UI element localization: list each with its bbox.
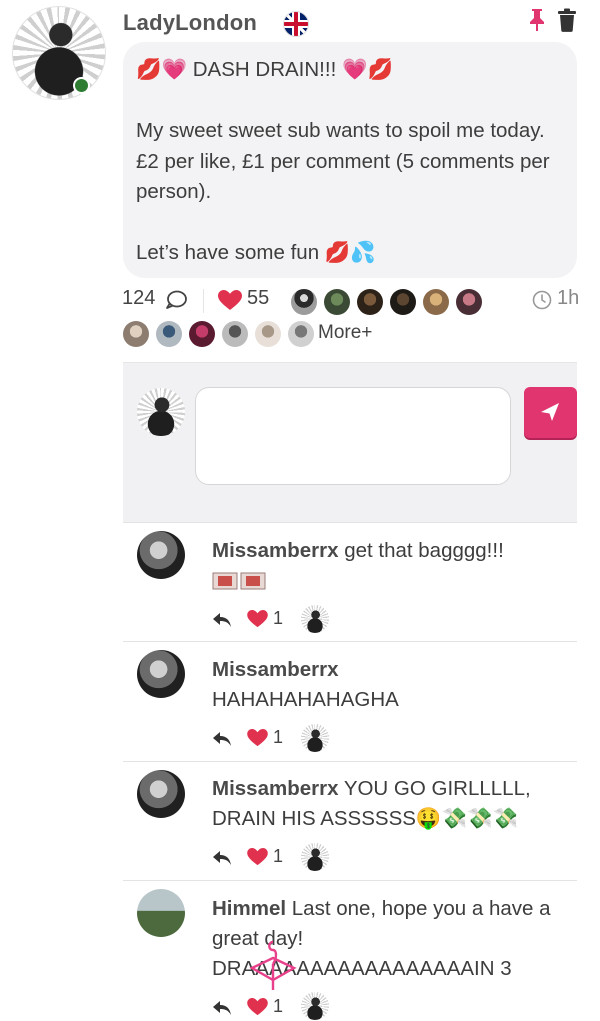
comment-text: get that bagggg!!! <box>344 539 504 562</box>
comment-avatar[interactable] <box>137 770 185 818</box>
reply-icon[interactable] <box>212 731 232 747</box>
comment-author[interactable]: Missamberrx <box>212 777 338 800</box>
reply-icon[interactable] <box>212 1000 232 1016</box>
comment-divider <box>123 761 577 762</box>
liker-avatar[interactable] <box>156 321 182 347</box>
comment-count: 124 <box>122 287 156 309</box>
comment-like-count: 1 <box>273 727 284 747</box>
liker-avatar[interactable] <box>222 321 248 347</box>
comment-divider <box>123 641 577 642</box>
comment-like-count: 1 <box>273 608 284 628</box>
liker-avatar[interactable] <box>288 321 314 347</box>
comment-liker-avatar[interactable] <box>301 724 329 752</box>
post-author-name[interactable]: LadyLondon <box>123 10 257 36</box>
online-status-indicator <box>73 77 90 94</box>
comment-input[interactable] <box>195 387 511 485</box>
clock-icon <box>532 290 552 310</box>
comment-avatar[interactable] <box>137 889 185 937</box>
comment-body: Missamberrx HAHAHAHAHAGHA <box>212 655 572 715</box>
comment-heart-icon[interactable] <box>247 729 268 747</box>
comment-author[interactable]: Missamberrx <box>212 658 338 681</box>
like-count: 55 <box>247 287 270 309</box>
liker-avatar[interactable] <box>456 289 482 315</box>
comment-liker-avatar[interactable] <box>301 605 329 633</box>
comment-heart-icon[interactable] <box>247 848 268 866</box>
comment-divider <box>123 880 577 881</box>
author-avatar[interactable] <box>12 6 106 100</box>
comment-divider <box>123 522 577 523</box>
more-likers-link[interactable]: More+ <box>318 322 372 344</box>
uk-flag-icon <box>283 11 309 37</box>
comment-heart-icon[interactable] <box>247 610 268 628</box>
stats-divider <box>203 289 204 313</box>
comment-body: Missamberrx get that bagggg!!! <box>212 536 572 566</box>
comment-liker-avatar[interactable] <box>301 843 329 871</box>
liker-avatar[interactable] <box>123 321 149 347</box>
comment-avatar[interactable] <box>137 650 185 698</box>
reply-icon[interactable] <box>212 850 232 866</box>
current-user-avatar <box>137 388 185 436</box>
comment-author[interactable]: Himmel <box>212 897 286 920</box>
comment-heart-icon[interactable] <box>247 998 268 1016</box>
liker-avatar[interactable] <box>357 289 383 315</box>
comment-body: Missamberrx YOU GO GIRLLLLL, DRAIN HIS A… <box>212 774 572 834</box>
liker-avatar[interactable] <box>390 289 416 315</box>
comment-author[interactable]: Missamberrx <box>212 539 338 562</box>
send-icon <box>541 403 559 421</box>
post-time: 1h <box>557 287 580 309</box>
liker-avatar[interactable] <box>291 289 317 315</box>
send-button[interactable] <box>524 387 577 438</box>
comment-like-count: 1 <box>273 846 284 866</box>
liker-avatar[interactable] <box>324 289 350 315</box>
comment-liker-avatar[interactable] <box>301 992 329 1020</box>
liker-avatar[interactable] <box>189 321 215 347</box>
flamingo-sticker-icon <box>249 940 297 990</box>
trash-icon[interactable] <box>557 8 577 32</box>
liker-avatar[interactable] <box>255 321 281 347</box>
comment-like-count: 1 <box>273 996 284 1016</box>
post-text: 💋💗 DASH DRAIN!!! 💗💋 My sweet sweet sub w… <box>136 58 550 264</box>
money-bag-icon <box>212 572 266 590</box>
reply-icon[interactable] <box>212 612 232 628</box>
heart-icon[interactable] <box>218 290 242 311</box>
comment-avatar[interactable] <box>137 531 185 579</box>
pin-icon[interactable] <box>528 8 546 32</box>
comment-text: HAHAHAHAHAGHA <box>212 688 399 711</box>
comment-bubble-icon[interactable] <box>165 290 187 310</box>
liker-avatar[interactable] <box>423 289 449 315</box>
